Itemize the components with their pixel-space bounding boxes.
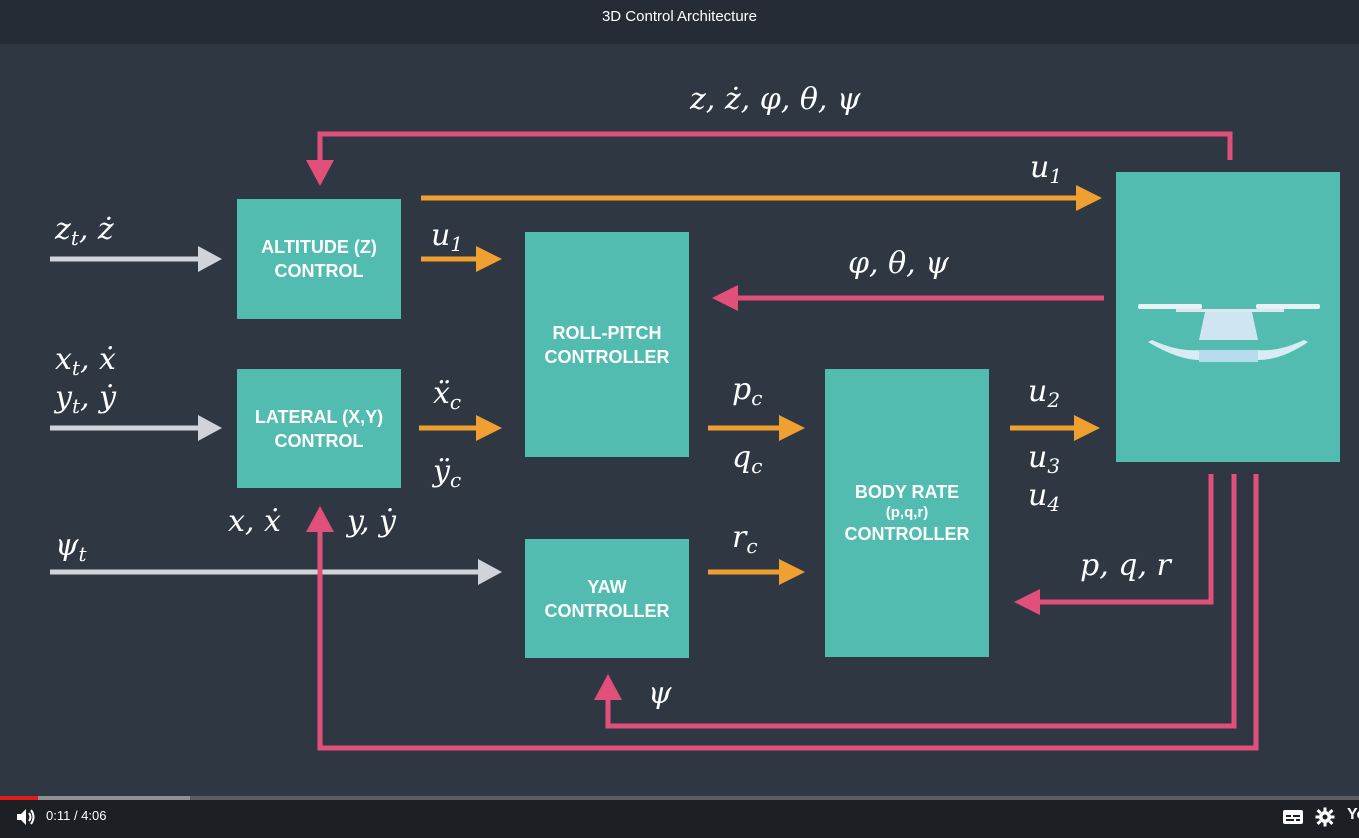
u4-label: u4 bbox=[1028, 478, 1061, 516]
yaw-controller-box: YAW CONTROLLER bbox=[525, 539, 689, 658]
player-control-bar bbox=[0, 798, 1359, 838]
lateral-control-box: LATERAL (X,Y) CONTROL bbox=[237, 369, 401, 488]
progress-played bbox=[0, 796, 38, 800]
yt-label: yt, ẏ bbox=[55, 380, 117, 418]
y-ydot-label: y, ẏ bbox=[347, 504, 396, 539]
lateral-label-2: CONTROL bbox=[274, 430, 364, 451]
zt-label: zt, ż bbox=[55, 212, 114, 250]
body-rate-label-1: BODY RATE bbox=[854, 482, 960, 502]
yc-ddot-label: ÿc bbox=[433, 454, 462, 492]
subtitles-icon[interactable] bbox=[1281, 806, 1305, 828]
settings-icon[interactable] bbox=[1313, 806, 1337, 828]
roll-pitch-controller-box: ROLL-PITCH CONTROLLER bbox=[525, 232, 689, 457]
roll-pitch-label-1: ROLL-PITCH bbox=[552, 322, 662, 343]
psi-t-label: ψt bbox=[55, 528, 87, 566]
x-xdot-label: x, ẋ bbox=[228, 504, 281, 539]
u1-mid-label: u1 bbox=[431, 218, 464, 256]
time-display: 0:11 / 4:06 bbox=[46, 808, 107, 823]
body-rate-controller-box: BODY RATE (p,q,r) CONTROLLER bbox=[825, 369, 989, 657]
u3-label: u3 bbox=[1028, 440, 1061, 478]
u2-label: u2 bbox=[1028, 374, 1061, 412]
angles-feedback-label: φ, θ, ψ bbox=[848, 246, 949, 281]
qc-label: qc bbox=[732, 440, 763, 478]
pqr-label: p, q, r bbox=[1080, 548, 1171, 583]
youtube-logo[interactable]: Yo bbox=[1347, 806, 1359, 824]
altitude-control-box: ALTITUDE (Z) CONTROL bbox=[237, 199, 401, 319]
rc-label: rc bbox=[732, 520, 758, 558]
top-feedback-label: z, ż, φ, θ, ψ bbox=[690, 82, 861, 117]
roll-pitch-label-2: CONTROLLER bbox=[544, 346, 670, 367]
pc-label: pc bbox=[732, 372, 763, 410]
altitude-label-1: ALTITUDE (Z) bbox=[261, 237, 377, 257]
body-rate-label-3: CONTROLLER bbox=[844, 524, 970, 544]
volume-icon[interactable] bbox=[14, 806, 38, 828]
progress-bar[interactable] bbox=[0, 796, 1359, 800]
altitude-label-2: CONTROL bbox=[274, 261, 364, 281]
yaw-label-2: CONTROLLER bbox=[544, 600, 670, 621]
xt-label: xt, ẋ bbox=[55, 342, 116, 380]
lateral-label-1: LATERAL (X,Y) bbox=[254, 406, 384, 427]
u1-top-label: u1 bbox=[1030, 150, 1063, 188]
yaw-label-1: YAW bbox=[587, 576, 627, 597]
psi-label: ψ bbox=[648, 676, 672, 711]
body-rate-label-2: (p,q,r) bbox=[885, 504, 929, 521]
xc-ddot-label: ẍc bbox=[433, 376, 462, 414]
